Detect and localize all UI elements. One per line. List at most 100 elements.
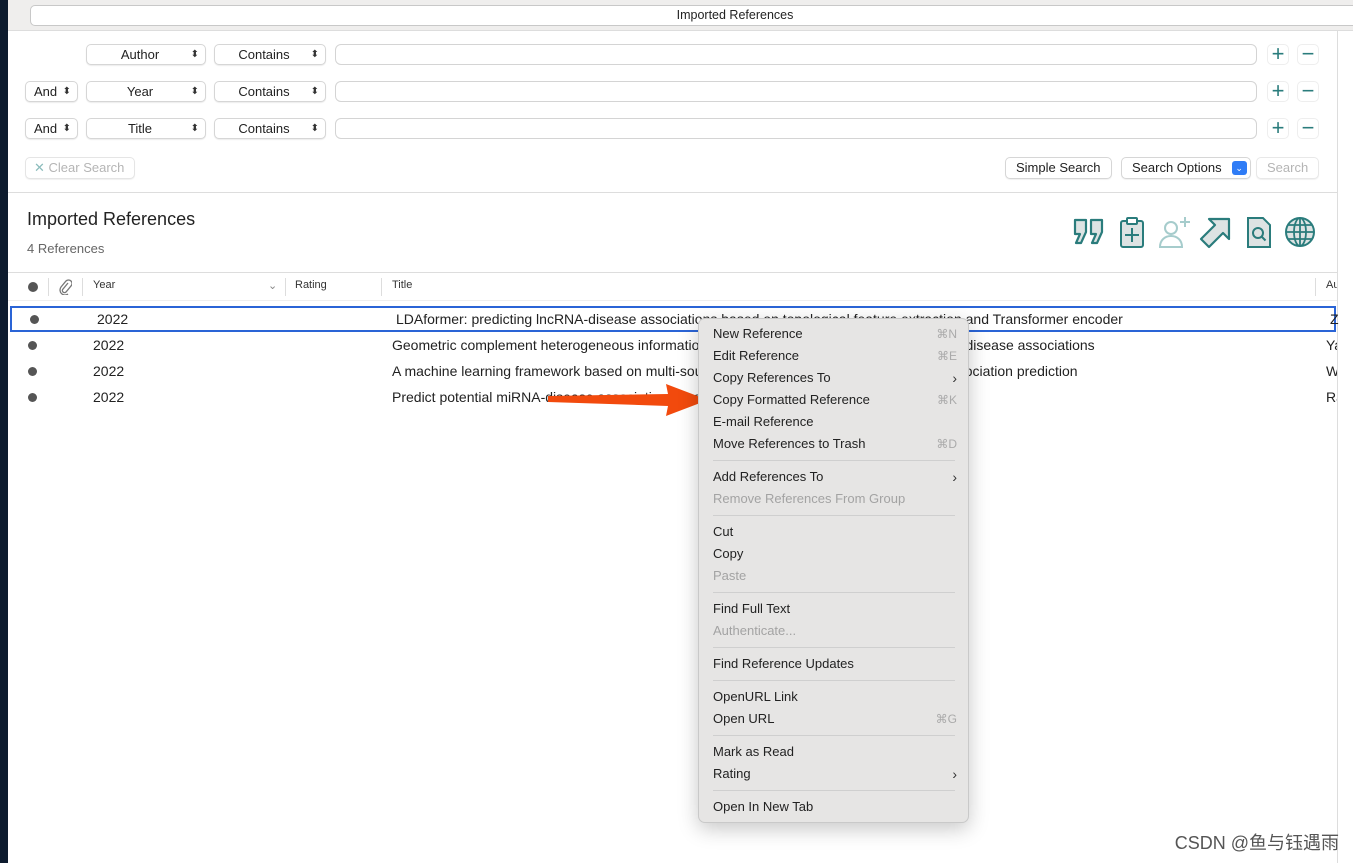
chevron-right-icon: › (952, 469, 957, 485)
menu-item-label: Rating (713, 766, 751, 781)
menu-item-mark-as-read[interactable]: Mark as Read (713, 741, 957, 763)
menu-item-copy-formatted-reference[interactable]: Copy Formatted Reference ⌘K (713, 389, 957, 411)
operator-select[interactable]: Contains ⬍ (214, 44, 326, 65)
group-title-field[interactable]: Imported References (30, 5, 1353, 26)
menu-item-cut[interactable]: Cut (713, 521, 957, 543)
add-row-button[interactable]: + (1267, 43, 1289, 65)
unread-dot-icon (28, 341, 37, 350)
operator-select[interactable]: Contains ⬍ (214, 118, 326, 139)
search-value-input[interactable] (335, 81, 1257, 102)
year-column-header[interactable]: Year (93, 279, 115, 291)
menu-item-label: Copy Formatted Reference (713, 392, 870, 407)
menu-item-move-references-to-trash[interactable]: Move References to Trash ⌘D (713, 433, 957, 455)
author-cell: W (1326, 363, 1337, 379)
remove-row-button[interactable]: − (1297, 43, 1319, 65)
add-row-button[interactable]: + (1267, 80, 1289, 102)
updown-chevron-icon: ⬍ (310, 86, 319, 97)
menu-item-e-mail-reference[interactable]: E-mail Reference (713, 411, 957, 433)
search-options-button[interactable]: Search Options ⌄ (1121, 157, 1251, 179)
search-value-input[interactable] (335, 118, 1257, 139)
x-icon: ✕ (34, 160, 45, 175)
right-panel-edge (1337, 31, 1353, 863)
field-select[interactable]: Year ⬍ (86, 81, 206, 102)
menu-item-edit-reference[interactable]: Edit Reference ⌘E (713, 345, 957, 367)
menu-item-label: Cut (713, 524, 734, 539)
operator-value: Contains (238, 47, 290, 62)
add-row-button[interactable]: + (1267, 117, 1289, 139)
search-value-input[interactable] (335, 44, 1257, 65)
operator-value: Contains (238, 121, 290, 136)
menu-item-copy[interactable]: Copy (713, 543, 957, 565)
find-pdf-icon[interactable] (1242, 215, 1276, 249)
read-status-header-icon[interactable] (28, 282, 38, 292)
boolean-select[interactable]: And ⬍ (25, 81, 78, 102)
menu-item-new-reference[interactable]: New Reference ⌘N (713, 323, 957, 345)
title-column-header[interactable]: Title (392, 279, 412, 291)
operator-select[interactable]: Contains ⬍ (214, 81, 326, 102)
add-person-icon[interactable] (1157, 215, 1191, 249)
field-select[interactable]: Author ⬍ (86, 44, 206, 65)
boolean-select[interactable]: And ⬍ (25, 118, 78, 139)
menu-item-openurl-link[interactable]: OpenURL Link (713, 686, 957, 708)
menu-item-open-in-new-tab[interactable]: Open In New Tab (713, 796, 957, 818)
menu-item-label: Open URL (713, 711, 775, 726)
sort-chevron-icon[interactable]: ⌄ (268, 279, 277, 292)
menu-item-paste[interactable]: Paste (713, 565, 957, 587)
simple-search-button[interactable]: Simple Search (1005, 157, 1112, 179)
menu-item-label: Move References to Trash (713, 436, 866, 451)
divider (8, 300, 1337, 301)
updown-chevron-icon: ⬍ (310, 123, 319, 134)
updown-chevron-icon: ⬍ (310, 49, 319, 60)
menu-item-remove-references-from-group[interactable]: Remove References From Group (713, 488, 957, 510)
author-column-header[interactable]: Au (1326, 279, 1337, 291)
updown-chevron-icon: ⬍ (62, 86, 71, 97)
attachment-header-icon[interactable] (58, 279, 72, 295)
author-cell: Z (1330, 311, 1339, 327)
context-menu: New Reference ⌘N Edit Reference ⌘E Copy Refe… (698, 318, 969, 823)
field-select[interactable]: Title ⬍ (86, 118, 206, 139)
share-arrow-icon[interactable] (1199, 215, 1233, 249)
unread-dot-icon (28, 393, 37, 402)
updown-chevron-icon: ⬍ (62, 123, 71, 134)
menu-item-label: Authenticate... (713, 623, 797, 638)
shortcut-label: ⌘K (936, 393, 957, 407)
clipboard-add-icon[interactable] (1116, 215, 1150, 249)
search-options-label: Search Options (1132, 160, 1222, 175)
menu-separator (713, 460, 955, 461)
remove-row-button[interactable]: − (1297, 117, 1319, 139)
remove-row-button[interactable]: − (1297, 80, 1319, 102)
reference-count: 4 References (27, 241, 105, 256)
clear-search-label: Clear Search (48, 160, 125, 175)
divider (8, 192, 1337, 193)
operator-value: Contains (238, 84, 290, 99)
quote-icon[interactable] (1072, 215, 1106, 249)
chevron-down-icon: ⌄ (1231, 161, 1247, 175)
menu-item-rating[interactable]: Rating › (713, 763, 957, 785)
menu-separator (713, 735, 955, 736)
menu-separator (713, 515, 955, 516)
chevron-right-icon: › (952, 766, 957, 782)
menu-item-label: Paste (713, 568, 747, 583)
boolean-value: And (34, 121, 58, 136)
menu-item-open-url[interactable]: Open URL ⌘G (713, 708, 957, 730)
menu-item-find-reference-updates[interactable]: Find Reference Updates (713, 653, 957, 675)
chevron-right-icon: › (952, 370, 957, 386)
table-row[interactable]: 2022 Geometric complement heterogeneous … (8, 332, 1337, 358)
menu-item-authenticate[interactable]: Authenticate... (713, 620, 957, 642)
menu-item-copy-references-to[interactable]: Copy References To › (713, 367, 957, 389)
divider (8, 272, 1337, 273)
menu-item-label: Open In New Tab (713, 799, 814, 814)
menu-separator (713, 680, 955, 681)
rating-column-header[interactable]: Rating (295, 279, 327, 291)
globe-icon[interactable] (1283, 215, 1317, 249)
table-row[interactable]: 2022 LDAformer: predicting lncRNA-diseas… (10, 306, 1339, 332)
unread-dot-icon (30, 315, 39, 324)
annotation-arrow (548, 384, 708, 416)
menu-item-add-references-to[interactable]: Add References To › (713, 466, 957, 488)
menu-item-find-full-text[interactable]: Find Full Text (713, 598, 957, 620)
menu-item-label: Remove References From Group (713, 491, 906, 506)
search-button[interactable]: Search (1256, 157, 1320, 179)
menu-separator (713, 790, 955, 791)
clear-search-button[interactable]: ✕ Clear Search (25, 157, 136, 179)
year-cell: 2022 (97, 311, 129, 327)
